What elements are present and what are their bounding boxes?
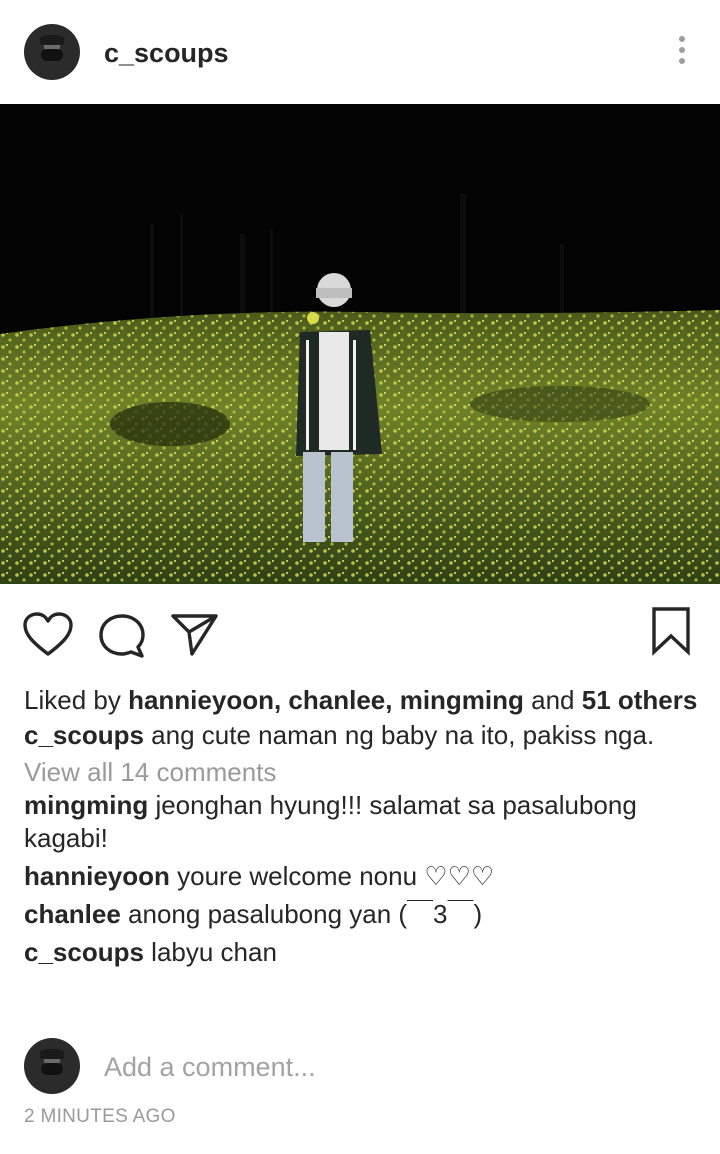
paper-plane-icon[interactable] <box>170 612 220 663</box>
more-options-icon[interactable] <box>678 36 686 68</box>
comment: hannieyoon youre welcome nonu ♡♡♡ <box>24 860 704 893</box>
comment-text: labyu chan <box>143 937 277 967</box>
user-avatar[interactable] <box>24 24 80 80</box>
view-all-comments-link[interactable]: View all 14 comments <box>24 756 704 789</box>
post-username[interactable]: c_scoups <box>104 38 229 69</box>
current-user-avatar <box>24 1038 80 1094</box>
comment: mingming jeonghan hyung!!! salamat sa pa… <box>24 789 704 855</box>
likes-prefix: Liked by <box>24 685 129 715</box>
caption-username[interactable]: c_scoups <box>24 720 144 750</box>
post-header: c_scoups <box>0 0 720 104</box>
post-timestamp: 2 MINUTES AGO <box>24 1106 176 1127</box>
comment-username[interactable]: mingming <box>24 790 148 820</box>
add-comment-input[interactable]: Add a comment... <box>104 1052 316 1083</box>
likes-summary[interactable]: Liked by hannieyoon, chanlee, mingming a… <box>24 684 704 717</box>
post-details: Liked by hannieyoon, chanlee, mingming a… <box>24 684 704 969</box>
post-photo[interactable] <box>0 104 720 584</box>
caption: c_scoups ang cute naman ng baby na ito, … <box>24 719 704 752</box>
comment-text: youre welcome nonu ♡♡♡ <box>169 861 495 891</box>
post-actions <box>0 604 720 660</box>
comment: c_scoups labyu chan <box>24 936 704 969</box>
likes-count[interactable]: 51 <box>582 685 611 715</box>
add-comment-row: Add a comment... <box>0 1038 720 1094</box>
comments-list: mingming jeonghan hyung!!! salamat sa pa… <box>24 789 704 969</box>
comment-text: anong pasalubong yan (￣3￣) <box>120 899 483 929</box>
likes-and: and <box>523 685 582 715</box>
likes-names[interactable]: hannieyoon, chanlee, mingming <box>128 685 524 715</box>
bookmark-outline-icon[interactable] <box>650 606 692 661</box>
caption-text: ang cute naman ng baby na ito, pakiss ng… <box>143 720 655 750</box>
comment-username[interactable]: c_scoups <box>24 937 144 967</box>
comment-bubble-icon[interactable] <box>98 612 148 665</box>
heart-outline-icon[interactable] <box>22 612 74 663</box>
comment-username[interactable]: hannieyoon <box>24 861 170 891</box>
likes-others[interactable]: others <box>611 685 697 715</box>
comment: chanlee anong pasalubong yan (￣3￣) <box>24 898 704 931</box>
comment-username[interactable]: chanlee <box>24 899 121 929</box>
